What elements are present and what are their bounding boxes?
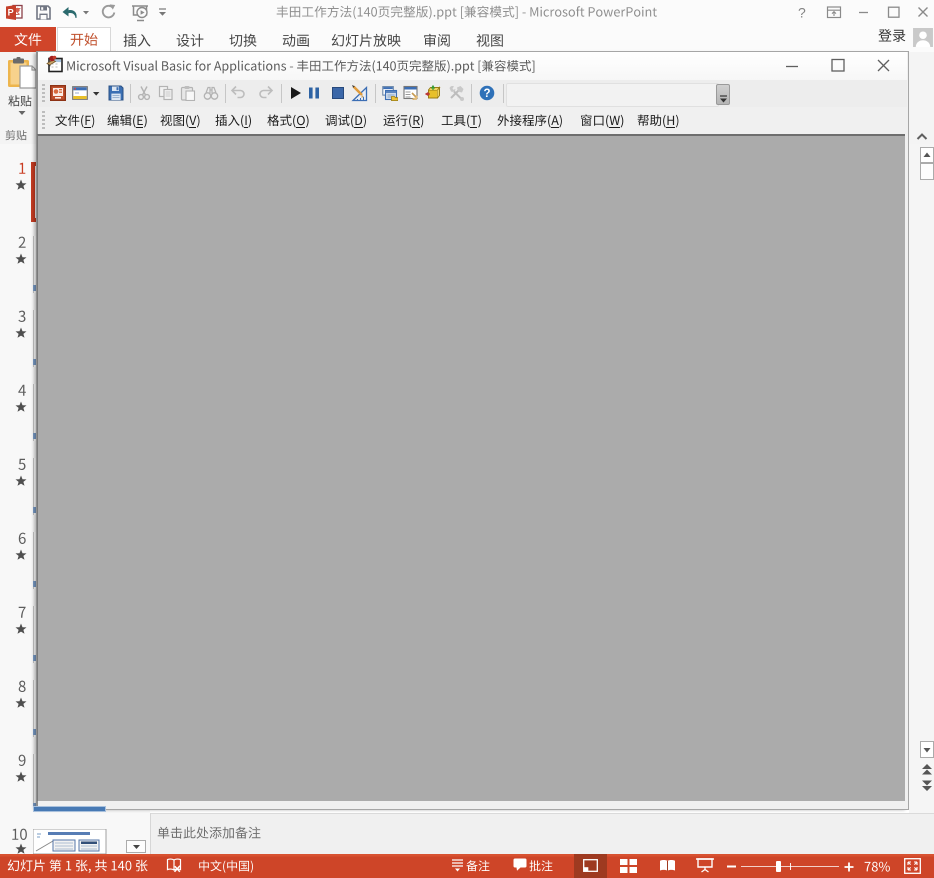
svg-text:?: ? bbox=[798, 5, 806, 21]
svg-text:?: ? bbox=[483, 88, 490, 100]
svg-text:P: P bbox=[8, 8, 14, 18]
